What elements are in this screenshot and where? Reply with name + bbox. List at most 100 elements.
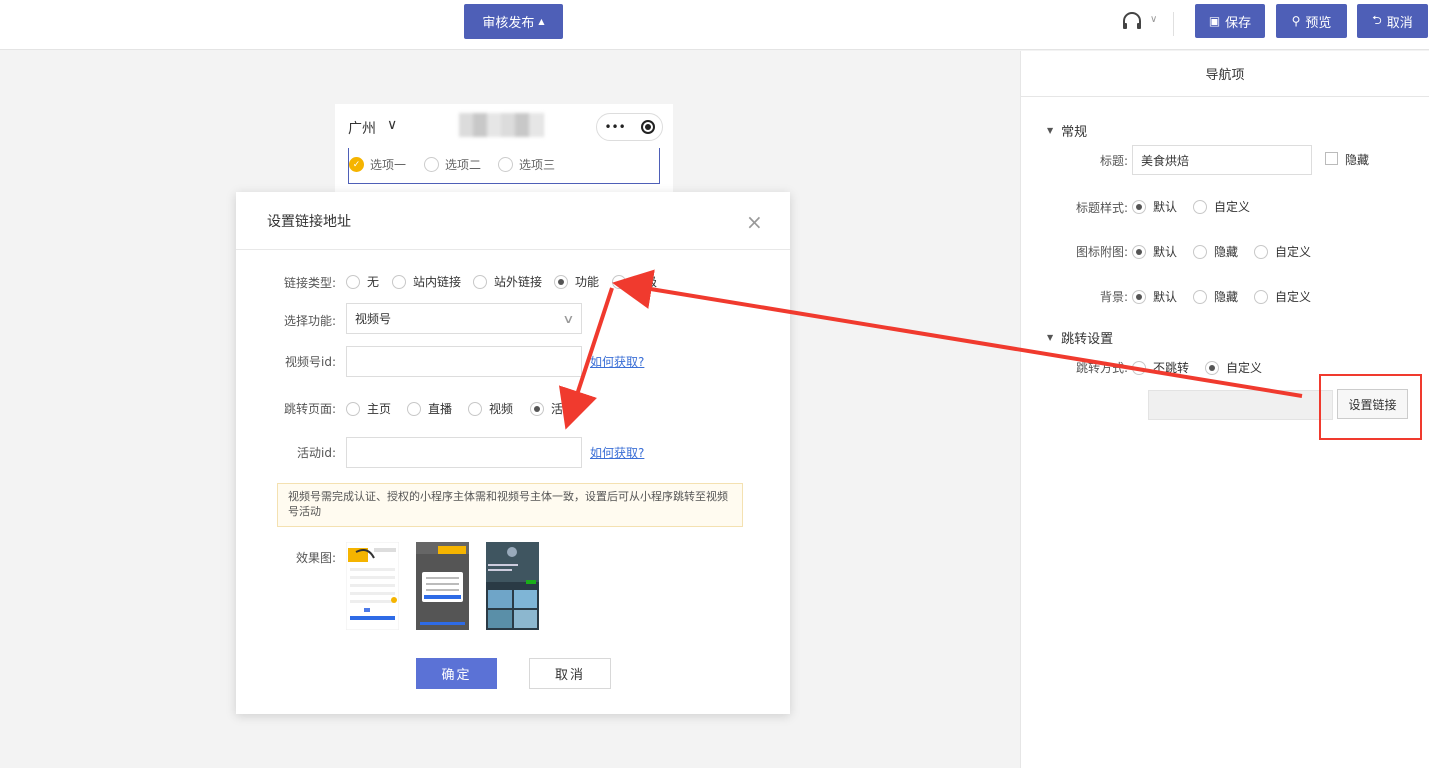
hide-checkbox[interactable] bbox=[1325, 152, 1338, 165]
how-to-get-activity-id-link[interactable]: 如何获取? bbox=[590, 444, 644, 461]
jump-video-radio[interactable]: 视频 bbox=[468, 400, 513, 417]
radio-label: 自定义 bbox=[1275, 290, 1312, 304]
city-label[interactable]: 广州 bbox=[348, 118, 376, 138]
section-jump[interactable]: ▼ 跳转设置 bbox=[1047, 328, 1113, 347]
select-function-label: 选择功能: bbox=[283, 314, 336, 328]
option-radio[interactable]: 选项二 bbox=[424, 156, 481, 173]
radio-label: 站内链接 bbox=[413, 275, 462, 289]
link-type-external-radio[interactable]: 站外链接 bbox=[473, 273, 542, 290]
radio-label: 自定义 bbox=[1214, 200, 1251, 214]
bg-hide-radio[interactable]: 隐藏 bbox=[1193, 288, 1238, 305]
chevron-down-icon: ∨ bbox=[562, 311, 575, 326]
title-input[interactable]: 美食烘焙 bbox=[1132, 145, 1312, 175]
jump-activity-radio[interactable]: 活动 bbox=[530, 400, 575, 417]
dialog-title: 设置链接地址 bbox=[236, 192, 790, 250]
set-link-dialog: 设置链接地址 × 链接类型: 无 站内链接 站外链接 功能 高级 选择功能: 视… bbox=[236, 192, 790, 714]
caret-down-icon: ▼ bbox=[1047, 333, 1054, 342]
radio-label: 主页 bbox=[367, 402, 392, 416]
preview-button[interactable]: ⚲ 预览 bbox=[1276, 4, 1347, 38]
link-type-advanced-radio[interactable]: 高级 bbox=[612, 273, 657, 290]
icon-default-radio[interactable]: 默认 bbox=[1132, 243, 1177, 260]
title-style-default-radio[interactable]: 默认 bbox=[1132, 198, 1177, 215]
publish-dropdown-button[interactable]: 审核发布 ▲ bbox=[464, 4, 563, 39]
save-label: 保存 bbox=[1225, 15, 1252, 31]
jump-custom-radio[interactable]: 自定义 bbox=[1205, 359, 1262, 376]
record-icon[interactable] bbox=[640, 120, 655, 134]
miniprogram-capsule: ••• bbox=[596, 113, 663, 141]
icon-custom-radio[interactable]: 自定义 bbox=[1254, 243, 1311, 260]
radio-label: 不跳转 bbox=[1153, 361, 1190, 375]
activity-id-label: 活动id: bbox=[297, 446, 336, 460]
close-icon[interactable]: × bbox=[746, 210, 763, 234]
property-panel: 导航项 ▼ 常规 标题: 美食烘焙 隐藏 标题样式: 默认 自定义 图标附图: … bbox=[1020, 51, 1429, 768]
option-radio[interactable]: ✓ 选项一 bbox=[349, 156, 406, 173]
return-icon: ⮌ bbox=[1372, 12, 1382, 27]
effect-thumbnail[interactable] bbox=[416, 542, 469, 630]
channel-id-label: 视频号id: bbox=[285, 355, 336, 369]
chevron-down-icon[interactable]: ∨ bbox=[387, 117, 397, 133]
radio-label: 隐藏 bbox=[1214, 245, 1239, 259]
bg-default-radio[interactable]: 默认 bbox=[1132, 288, 1177, 305]
option-label: 选项二 bbox=[445, 158, 482, 172]
dialog-cancel-button[interactable]: 取消 bbox=[529, 658, 611, 689]
link-type-internal-radio[interactable]: 站内链接 bbox=[392, 273, 461, 290]
function-select-value: 视频号 bbox=[355, 312, 392, 326]
publish-label: 审核发布 bbox=[482, 16, 535, 31]
icon-label: 图标附图: bbox=[1075, 245, 1128, 259]
radio-label: 无 bbox=[367, 275, 380, 289]
confirm-button[interactable]: 确定 bbox=[416, 658, 497, 689]
caret-up-icon: ▲ bbox=[538, 17, 545, 26]
radio-label: 直播 bbox=[428, 402, 453, 416]
search-icon: ⚲ bbox=[1291, 14, 1301, 28]
jump-home-radio[interactable]: 主页 bbox=[346, 400, 391, 417]
radio-label: 自定义 bbox=[1275, 245, 1312, 259]
annotation-highlight-box bbox=[1319, 374, 1422, 440]
link-type-none-radio[interactable]: 无 bbox=[346, 273, 379, 290]
cancel-label: 取消 bbox=[1386, 15, 1413, 31]
effect-thumbnail[interactable] bbox=[346, 542, 399, 630]
save-icon: ▣ bbox=[1208, 14, 1221, 28]
radio-label: 默认 bbox=[1153, 290, 1178, 304]
option-radio[interactable]: 选项三 bbox=[498, 156, 555, 173]
radio-label: 默认 bbox=[1153, 200, 1178, 214]
blurred-title bbox=[459, 113, 544, 137]
function-select[interactable]: 视频号 ∨ bbox=[346, 303, 582, 334]
jump-none-radio[interactable]: 不跳转 bbox=[1132, 359, 1189, 376]
top-toolbar: 审核发布 ▲ ∨ ▣ 保存 ⚲ 预览 ⮌ 取消 bbox=[0, 0, 1429, 50]
more-icon[interactable]: ••• bbox=[604, 120, 625, 134]
radio-label: 视频 bbox=[489, 402, 514, 416]
title-style-custom-radio[interactable]: 自定义 bbox=[1193, 198, 1250, 215]
background-label: 背景: bbox=[1099, 290, 1128, 304]
divider bbox=[1173, 12, 1174, 36]
activity-id-input[interactable] bbox=[346, 437, 582, 468]
cancel-button[interactable]: ⮌ 取消 bbox=[1357, 4, 1428, 38]
headset-icon[interactable] bbox=[1120, 10, 1144, 34]
panel-title: 导航项 bbox=[1021, 51, 1429, 97]
jump-mode-label: 跳转方式: bbox=[1075, 361, 1128, 375]
bg-custom-radio[interactable]: 自定义 bbox=[1254, 288, 1311, 305]
title-label: 标题: bbox=[1099, 154, 1128, 168]
icon-hide-radio[interactable]: 隐藏 bbox=[1193, 243, 1238, 260]
hide-label: 隐藏 bbox=[1345, 153, 1370, 167]
link-type-label: 链接类型: bbox=[283, 276, 336, 290]
radio-label: 隐藏 bbox=[1214, 290, 1239, 304]
jump-live-radio[interactable]: 直播 bbox=[407, 400, 452, 417]
title-style-label: 标题样式: bbox=[1075, 201, 1128, 215]
chevron-down-icon[interactable]: ∨ bbox=[1150, 14, 1157, 25]
preview-label: 预览 bbox=[1305, 15, 1332, 31]
link-type-function-radio[interactable]: 功能 bbox=[554, 273, 599, 290]
link-display-field bbox=[1148, 390, 1333, 420]
option-label: 选项三 bbox=[519, 158, 556, 172]
radio-label: 高级 bbox=[633, 275, 658, 289]
jump-page-label: 跳转页面: bbox=[283, 402, 336, 416]
radio-label: 站外链接 bbox=[494, 275, 543, 289]
section-general[interactable]: ▼ 常规 bbox=[1047, 121, 1087, 140]
radio-circle bbox=[424, 157, 439, 172]
check-icon: ✓ bbox=[349, 157, 364, 172]
section-jump-label: 跳转设置 bbox=[1061, 332, 1114, 347]
how-to-get-channel-id-link[interactable]: 如何获取? bbox=[590, 353, 644, 370]
effect-thumbnail[interactable] bbox=[486, 542, 539, 630]
radio-label: 功能 bbox=[575, 275, 600, 289]
channel-id-input[interactable] bbox=[346, 346, 582, 377]
save-button[interactable]: ▣ 保存 bbox=[1195, 4, 1265, 38]
